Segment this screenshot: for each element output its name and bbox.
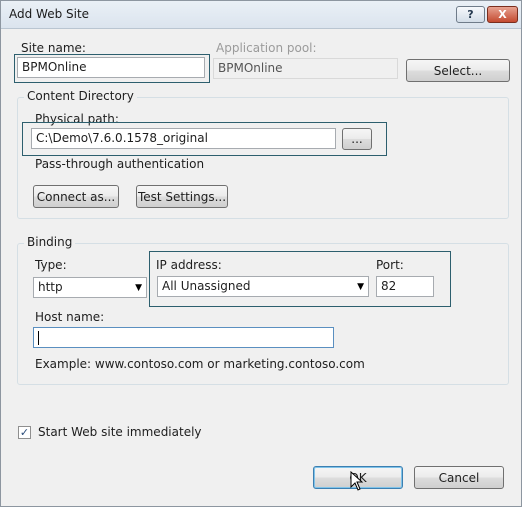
select-app-pool-button[interactable]: Select... xyxy=(406,59,510,82)
binding-title: Binding xyxy=(24,235,76,249)
app-pool-label: Application pool: xyxy=(216,41,317,55)
test-settings-button[interactable]: Test Settings... xyxy=(136,185,228,208)
start-immediately-label: Start Web site immediately xyxy=(38,425,202,439)
physical-path-input[interactable]: C:\Demo\7.6.0.1578_original xyxy=(31,128,336,149)
host-example-text: Example: www.contoso.com or marketing.co… xyxy=(35,357,365,371)
check-icon: ✓ xyxy=(19,426,30,439)
ip-address-value: All Unassigned xyxy=(162,279,251,293)
physical-path-label: Physical path: xyxy=(35,112,119,126)
help-button[interactable]: ? xyxy=(456,6,485,23)
host-name-input[interactable] xyxy=(33,327,334,348)
close-button[interactable]: X xyxy=(487,6,518,23)
title-bar: Add Web Site ? X xyxy=(1,1,521,29)
ip-address-label: IP address: xyxy=(156,258,222,272)
site-name-label: Site name: xyxy=(21,41,86,55)
cancel-button[interactable]: Cancel xyxy=(414,466,504,489)
ip-address-select[interactable]: All Unassigned ▼ xyxy=(157,276,369,297)
chevron-down-icon: ▼ xyxy=(357,282,364,292)
host-name-label: Host name: xyxy=(35,310,105,324)
add-web-site-dialog: Add Web Site ? X Site name: BPMOnline Ap… xyxy=(0,0,522,507)
port-input[interactable]: 82 xyxy=(376,276,434,297)
close-icon: X xyxy=(498,8,507,21)
site-name-input[interactable]: BPMOnline xyxy=(17,57,205,78)
help-icon: ? xyxy=(467,8,474,21)
connect-as-button[interactable]: Connect as... xyxy=(33,185,119,208)
browse-path-button[interactable]: ... xyxy=(342,128,372,150)
mouse-pointer-icon xyxy=(350,471,364,491)
type-select[interactable]: http ▼ xyxy=(33,277,147,298)
dialog-title: Add Web Site xyxy=(9,7,90,21)
text-caret xyxy=(38,330,39,345)
chevron-down-icon: ▼ xyxy=(135,283,142,293)
start-immediately-checkbox[interactable]: ✓ xyxy=(18,426,31,439)
app-pool-field: BPMOnline xyxy=(213,58,398,79)
type-select-value: http xyxy=(38,280,63,294)
passthrough-auth-label: Pass-through authentication xyxy=(35,157,205,171)
content-directory-title: Content Directory xyxy=(24,89,137,103)
type-label: Type: xyxy=(35,258,67,272)
port-label: Port: xyxy=(376,258,404,272)
